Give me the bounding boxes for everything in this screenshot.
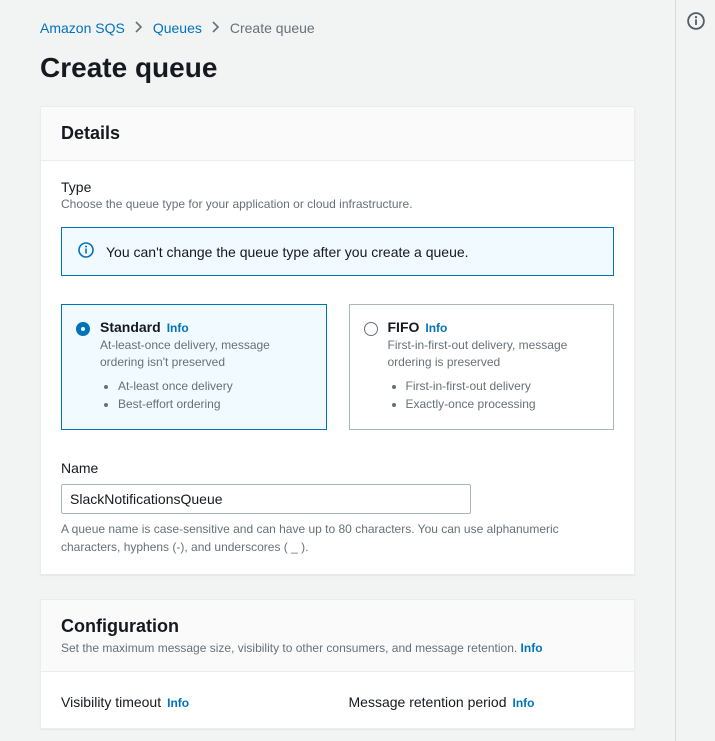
info-link-standard[interactable]: Info (167, 321, 189, 335)
tile-fifo-title: FIFO (388, 319, 420, 335)
message-retention-label: Message retention period (349, 694, 507, 710)
tile-fifo-bullet: First-in-first-out delivery (406, 379, 600, 393)
info-link-fifo[interactable]: Info (425, 321, 447, 335)
chevron-right-icon (212, 20, 220, 36)
breadcrumb-link-sqs[interactable]: Amazon SQS (40, 20, 125, 36)
info-sidebar (675, 0, 715, 741)
breadcrumb: Amazon SQS Queues Create queue (0, 20, 675, 46)
radio-standard[interactable] (76, 322, 90, 336)
name-label: Name (61, 460, 614, 476)
radio-fifo[interactable] (364, 322, 378, 336)
alert-text: You can't change the queue type after yo… (106, 244, 469, 260)
chevron-right-icon (135, 20, 143, 36)
info-link-visibility[interactable]: Info (167, 696, 189, 710)
type-immutable-alert: You can't change the queue type after yo… (61, 227, 614, 276)
info-icon (78, 242, 94, 261)
tile-standard-title: Standard (100, 319, 161, 335)
info-icon[interactable] (687, 12, 705, 741)
tile-standard[interactable]: Standard Info At-least-once delivery, me… (61, 304, 327, 430)
type-description: Choose the queue type for your applicati… (61, 197, 614, 211)
tile-standard-sub: At-least-once delivery, message ordering… (100, 337, 312, 371)
type-label: Type (61, 179, 614, 195)
details-heading: Details (61, 123, 614, 144)
queue-name-input[interactable] (61, 484, 471, 514)
tile-standard-bullet: At-least once delivery (118, 379, 312, 393)
page-title: Create queue (0, 46, 675, 106)
details-header: Details (41, 107, 634, 161)
info-link-retention[interactable]: Info (513, 696, 535, 710)
visibility-timeout-label: Visibility timeout (61, 694, 161, 710)
breadcrumb-current: Create queue (230, 20, 315, 36)
configuration-sub: Set the maximum message size, visibility… (61, 641, 517, 655)
configuration-header: Configuration Set the maximum message si… (41, 600, 634, 672)
name-helper: A queue name is case-sensitive and can h… (61, 520, 614, 556)
breadcrumb-link-queues[interactable]: Queues (153, 20, 202, 36)
tile-fifo-bullet: Exactly-once processing (406, 397, 600, 411)
configuration-panel: Configuration Set the maximum message si… (40, 599, 635, 729)
queue-type-tiles: Standard Info At-least-once delivery, me… (61, 304, 614, 430)
details-panel: Details Type Choose the queue type for y… (40, 106, 635, 575)
tile-fifo[interactable]: FIFO Info First-in-first-out delivery, m… (349, 304, 615, 430)
tile-fifo-sub: First-in-first-out delivery, message ord… (388, 337, 600, 371)
tile-standard-bullet: Best-effort ordering (118, 397, 312, 411)
info-link-configuration[interactable]: Info (521, 641, 543, 655)
configuration-heading: Configuration (61, 616, 614, 637)
